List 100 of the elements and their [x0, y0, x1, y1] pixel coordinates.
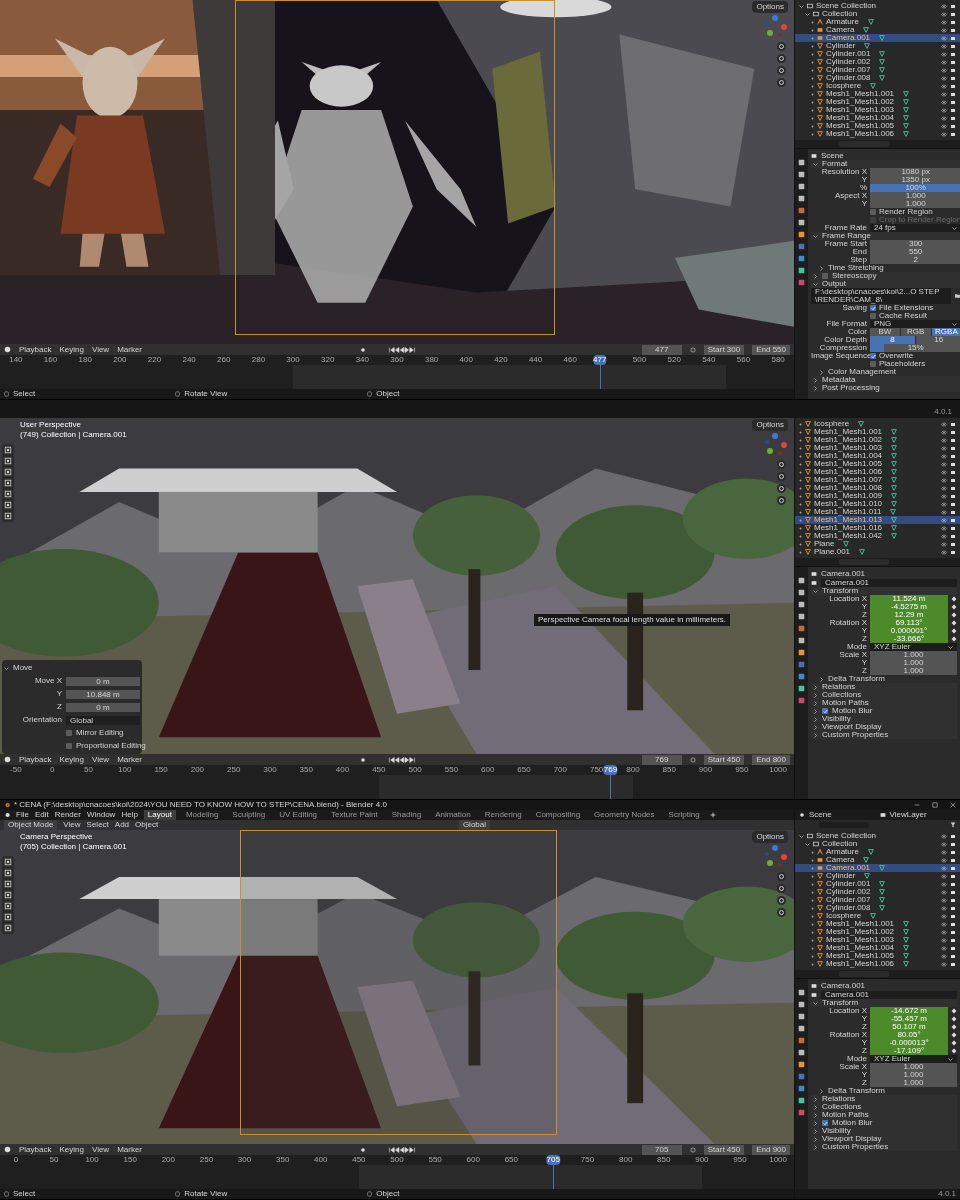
- menu-item[interactable]: Add: [114, 820, 130, 830]
- panel-header[interactable]: Collections: [811, 691, 957, 699]
- menu-item[interactable]: Keying: [59, 343, 84, 356]
- panel-header[interactable]: Output: [811, 280, 960, 288]
- outliner-row[interactable]: Mesh1_Mesh1.007: [795, 476, 960, 484]
- workspace-tab[interactable]: UV Editing: [275, 810, 322, 820]
- outliner-row[interactable]: Armature: [795, 18, 960, 26]
- slider[interactable]: 100%: [870, 184, 960, 192]
- outliner-row[interactable]: Cylinder.007: [795, 66, 960, 74]
- toggle-button[interactable]: RGBA: [931, 328, 960, 336]
- outliner-row[interactable]: Mesh1_Mesh1.001: [795, 428, 960, 436]
- dropdown[interactable]: 24 fps: [870, 224, 960, 232]
- number-field[interactable]: 1.000: [870, 651, 957, 659]
- menu-item[interactable]: Object: [135, 820, 159, 830]
- panel-header[interactable]: Collections: [811, 1103, 957, 1111]
- toggle-button[interactable]: RGB: [900, 328, 931, 336]
- outliner-row[interactable]: Mesh1_Mesh1.004: [795, 452, 960, 460]
- number-field[interactable]: 1350 px: [870, 176, 960, 184]
- panel-header[interactable]: Motion Paths: [811, 1111, 957, 1119]
- number-field[interactable]: 2: [870, 256, 960, 264]
- outliner-row[interactable]: Mesh1_Mesh1.003: [795, 936, 960, 944]
- workspace-tab[interactable]: Rendering: [480, 810, 526, 820]
- workspace-tab[interactable]: Scripting: [664, 810, 704, 820]
- menu-item[interactable]: View: [91, 753, 110, 766]
- outliner-row[interactable]: Mesh1_Mesh1.016: [795, 524, 960, 532]
- panel-header[interactable]: Viewport Display: [811, 723, 957, 731]
- number-field[interactable]: -33.666°: [870, 635, 948, 643]
- outliner-row[interactable]: Camera: [795, 26, 960, 34]
- end-frame-field[interactable]: End 900: [752, 1144, 790, 1155]
- menu-item[interactable]: Keying: [59, 1143, 84, 1156]
- outliner-row[interactable]: Mesh1_Mesh1.013: [795, 516, 960, 524]
- menu-item[interactable]: File: [16, 810, 29, 820]
- number-field[interactable]: 1.000: [870, 659, 957, 667]
- number-field[interactable]: 11.524 m: [870, 595, 948, 603]
- path-field[interactable]: F:\desktop\cnacoes\koi\2...O STEP\RENDER\CAM_8\: [811, 288, 952, 304]
- panel-header[interactable]: Relations: [811, 683, 957, 691]
- number-field[interactable]: 1.000: [870, 1071, 957, 1079]
- menu-item[interactable]: Render: [54, 810, 81, 820]
- panel-header[interactable]: Visibility: [811, 1127, 957, 1135]
- dropdown[interactable]: PNG: [870, 320, 960, 328]
- checkbox[interactable]: [822, 273, 828, 279]
- mode-dropdown[interactable]: Object Mode: [4, 820, 58, 830]
- orientation-dropdown[interactable]: Global: [458, 820, 490, 830]
- options-button[interactable]: Options: [752, 1, 788, 13]
- outliner-row[interactable]: Collection: [795, 840, 960, 848]
- menu-item[interactable]: Playback: [19, 343, 52, 356]
- number-field[interactable]: 1.000: [870, 1063, 957, 1071]
- checkbox[interactable]: [870, 353, 876, 359]
- checkbox[interactable]: [870, 361, 876, 367]
- panel-header[interactable]: Motion Blur: [811, 707, 957, 715]
- outliner-row[interactable]: Mesh1_Mesh1.009: [795, 492, 960, 500]
- number-field[interactable]: 69.113°: [870, 619, 948, 627]
- number-field[interactable]: 300: [870, 240, 960, 248]
- playhead[interactable]: 769: [603, 765, 618, 775]
- playhead[interactable]: 477: [593, 355, 607, 365]
- panel-header[interactable]: Format: [811, 160, 960, 168]
- workspace-tab[interactable]: Compositing: [531, 810, 585, 820]
- number-field[interactable]: 80.05°: [870, 1031, 948, 1039]
- number-field[interactable]: 0 m: [66, 702, 140, 712]
- outliner-row[interactable]: Mesh1_Mesh1.008: [795, 484, 960, 492]
- frame-field[interactable]: 705: [641, 1144, 682, 1155]
- end-frame-field[interactable]: End 800: [752, 754, 790, 765]
- number-field[interactable]: 10.848 m: [66, 689, 140, 699]
- end-frame-field[interactable]: End 550: [752, 344, 790, 355]
- menu-item[interactable]: Playback: [19, 753, 52, 766]
- menu-item[interactable]: Marker: [117, 343, 143, 356]
- outliner-row[interactable]: Cylinder.008: [795, 904, 960, 912]
- outliner-row[interactable]: Camera.001: [795, 34, 960, 42]
- start-frame-field[interactable]: Start 450: [703, 1144, 745, 1155]
- number-field[interactable]: 1.000: [870, 192, 960, 200]
- start-frame-field[interactable]: Start 450: [703, 754, 745, 765]
- slider[interactable]: 15%: [870, 344, 960, 352]
- outliner-row[interactable]: Armature: [795, 848, 960, 856]
- panel-header[interactable]: Relations: [811, 1095, 957, 1103]
- panel-header[interactable]: Transform: [811, 587, 957, 595]
- view-layer-selector[interactable]: ViewLayer: [889, 810, 956, 820]
- options-button[interactable]: Options: [752, 831, 788, 843]
- panel-header[interactable]: Post Processing: [811, 384, 960, 392]
- outliner-row[interactable]: Collection: [795, 10, 960, 18]
- outliner-row[interactable]: Icosphere: [795, 420, 960, 428]
- panel-header[interactable]: Custom Properties: [811, 1143, 957, 1151]
- menu-item[interactable]: View: [91, 1143, 110, 1156]
- panel-header[interactable]: Visibility: [811, 715, 957, 723]
- outliner-row[interactable]: Mesh1_Mesh1.005: [795, 460, 960, 468]
- outliner-row[interactable]: Cylinder.002: [795, 58, 960, 66]
- outliner-row[interactable]: Mesh1_Mesh1.006: [795, 468, 960, 476]
- panel-header[interactable]: Motion Blur: [811, 1119, 957, 1127]
- frame-field[interactable]: 769: [641, 754, 682, 765]
- name-field[interactable]: Camera.001: [821, 990, 957, 999]
- panel-header[interactable]: Transform: [811, 999, 957, 1007]
- outliner-row[interactable]: Mesh1_Mesh1.005: [795, 952, 960, 960]
- options-button[interactable]: Options: [752, 419, 788, 431]
- search-field[interactable]: [839, 559, 889, 565]
- outliner-row[interactable]: Camera.001: [795, 864, 960, 872]
- outliner-row[interactable]: Mesh1_Mesh1.004: [795, 114, 960, 122]
- number-field[interactable]: -14.672 m: [870, 1007, 948, 1015]
- toggle-button[interactable]: 16: [916, 336, 960, 344]
- workspace-tab[interactable]: Modeling: [181, 810, 223, 820]
- dropdown[interactable]: Global: [66, 715, 140, 725]
- outliner-row[interactable]: Icosphere: [795, 912, 960, 920]
